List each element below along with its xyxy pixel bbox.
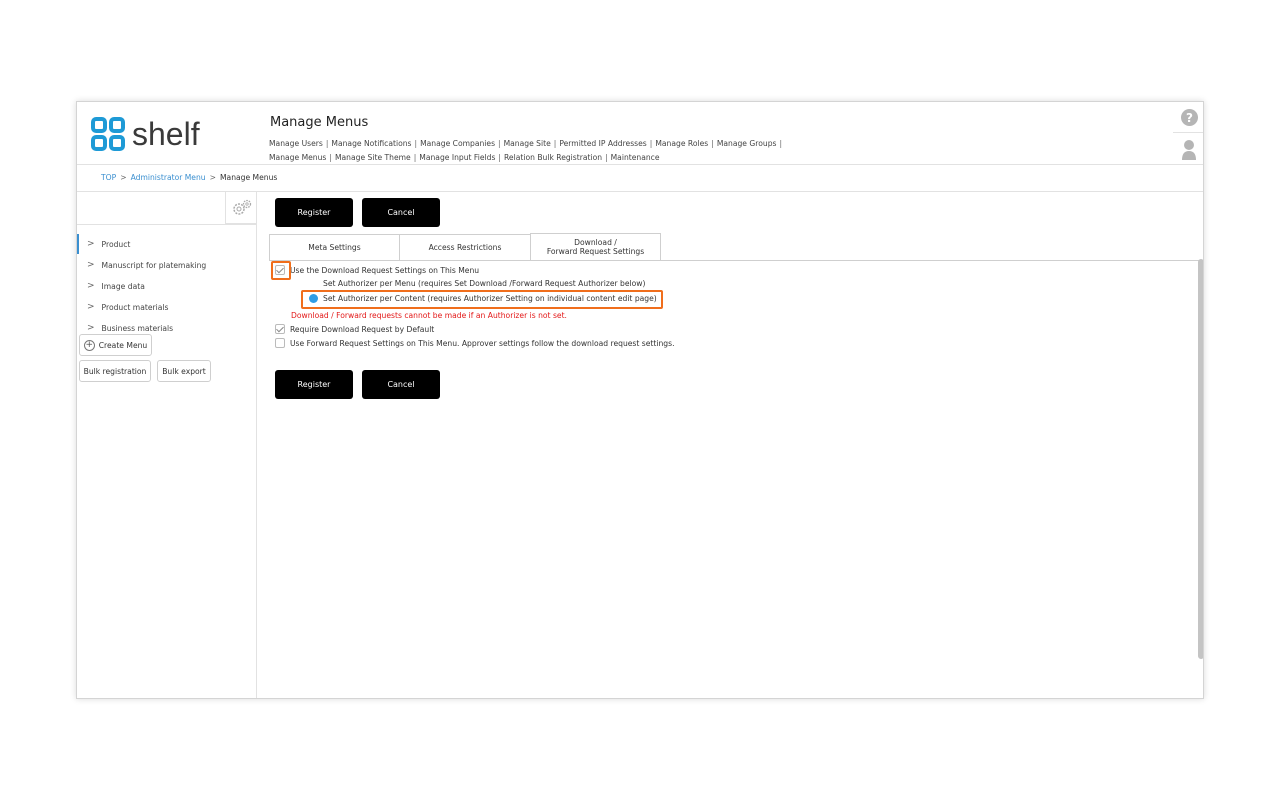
sidebar-item-label: Business materials <box>101 323 174 333</box>
tab-label-line1: Download / <box>574 238 617 247</box>
chevron-right-icon: > <box>87 239 95 249</box>
use-forward-checkbox[interactable] <box>275 338 285 348</box>
radio-per-menu[interactable] <box>309 279 318 288</box>
nav-manage-groups[interactable]: Manage Groups <box>717 139 777 148</box>
tab-label-line2: Forward Request Settings <box>546 247 645 256</box>
nav-relation-bulk-registration[interactable]: Relation Bulk Registration <box>504 153 602 162</box>
breadcrumb-admin-menu[interactable]: Administrator Menu <box>131 173 206 182</box>
bulk-export-button[interactable]: Bulk export <box>157 360 211 382</box>
logo-text: shelf <box>132 115 200 152</box>
warning-text: Download / Forward requests cannot be ma… <box>291 311 567 320</box>
use-forward-row: Use Forward Request Settings on This Men… <box>275 338 674 348</box>
sidebar-item-image-data[interactable]: > Image data <box>77 276 255 296</box>
logo[interactable]: shelf <box>90 114 200 154</box>
nav-manage-input-fields[interactable]: Manage Input Fields <box>419 153 495 162</box>
shelf-logo-icon <box>91 117 125 151</box>
nav-manage-roles[interactable]: Manage Roles <box>655 139 708 148</box>
nav-manage-menus[interactable]: Manage Menus <box>269 153 326 162</box>
use-forward-label: Use Forward Request Settings on This Men… <box>290 338 675 348</box>
radio-per-menu-row: Set Authorizer per Menu (requires Set Do… <box>309 279 645 288</box>
help-icon[interactable]: ? <box>1181 109 1198 126</box>
bulk-registration-button[interactable]: Bulk registration <box>79 360 151 382</box>
user-icon[interactable] <box>1181 139 1197 161</box>
tab-access-restrictions[interactable]: Access Restrictions <box>399 234 531 261</box>
plus-icon: + <box>83 339 95 351</box>
page-title: Manage Menus <box>270 115 369 130</box>
require-default-checkbox[interactable] <box>275 324 285 334</box>
nav-manage-notifications[interactable]: Manage Notifications <box>331 139 411 148</box>
cancel-button-top[interactable]: Cancel <box>362 198 440 227</box>
breadcrumb-top[interactable]: TOP <box>101 173 116 182</box>
breadcrumb-current: Manage Menus <box>219 173 278 182</box>
tab-divider <box>269 260 1203 261</box>
create-menu-label: Create Menu <box>98 340 148 350</box>
chevron-right-icon: > <box>87 323 95 333</box>
chevron-right-icon: > <box>87 260 95 270</box>
sidebar-item-product-materials[interactable]: > Product materials <box>77 297 255 317</box>
header-divider <box>1173 132 1203 133</box>
use-download-row: Use the Download Request Settings on Thi… <box>275 265 479 275</box>
nav-manage-site[interactable]: Manage Site <box>504 139 551 148</box>
cancel-button-bottom[interactable]: Cancel <box>362 370 440 399</box>
nav-permitted-ip[interactable]: Permitted IP Addresses <box>559 139 646 148</box>
create-menu-button[interactable]: + Create Menu <box>79 334 152 356</box>
register-button-bottom[interactable]: Register <box>275 370 353 399</box>
sidebar-divider <box>77 224 257 225</box>
highlight-checkbox <box>271 261 291 280</box>
nav-manage-users[interactable]: Manage Users <box>269 139 323 148</box>
chevron-right-icon: > <box>87 281 95 291</box>
admin-nav: Manage Users | Manage Notifications | Manage… <box>269 139 783 162</box>
nav-manage-site-theme[interactable]: Manage Site Theme <box>335 153 411 162</box>
sidebar-item-product[interactable]: > Product <box>77 234 255 254</box>
breadcrumb: TOP > Administrator Menu > Manage Menus <box>101 173 278 182</box>
sidebar-item-manuscript[interactable]: > Manuscript for platemaking <box>77 255 255 275</box>
settings-button[interactable] <box>225 192 257 224</box>
chevron-right-icon: > <box>87 302 95 312</box>
radio-per-menu-label: Set Authorizer per Menu (requires Set Do… <box>323 279 646 288</box>
require-default-label: Require Download Request by Default <box>290 324 435 334</box>
header: shelf Manage Menus Manage Users | Manage N… <box>77 102 1203 165</box>
use-download-label: Use the Download Request Settings on Thi… <box>290 265 480 275</box>
app-window: shelf Manage Menus Manage Users | Manage N… <box>76 101 1204 699</box>
require-default-row: Require Download Request by Default <box>275 324 434 334</box>
scrollbar[interactable] <box>1198 259 1203 659</box>
sidebar-item-label: Manuscript for platemaking <box>101 260 207 270</box>
nav-manage-companies[interactable]: Manage Companies <box>420 139 495 148</box>
gear-icon <box>233 199 252 215</box>
tab-download-forward-settings[interactable]: Download / Forward Request Settings <box>530 233 661 261</box>
sidebar-item-label: Image data <box>101 281 145 291</box>
sidebar-item-label: Product materials <box>101 302 169 312</box>
nav-maintenance[interactable]: Maintenance <box>611 153 660 162</box>
register-button-top[interactable]: Register <box>275 198 353 227</box>
tab-meta-settings[interactable]: Meta Settings <box>269 234 400 261</box>
highlight-radio <box>301 290 663 309</box>
sidebar-item-label: Product <box>101 239 131 249</box>
